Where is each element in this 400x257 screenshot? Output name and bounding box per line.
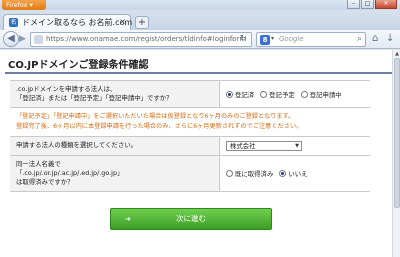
maximize-button[interactable]: □ [361,0,374,9]
home-icon[interactable]: ⌂ [372,33,378,44]
search-icon[interactable]: ⌕ [357,34,362,44]
existing-domain-row: 同一法人名義で 「.co.jp/.or.jp/.ac.jp/.ed.jp/.go… [10,156,370,192]
page-title: CO.JPドメインご登録条件確認 [8,60,149,71]
next-button[interactable]: ➜ 次に進む [110,208,272,230]
chevron-down-icon[interactable]: ▾ [271,35,274,42]
firefox-menu-button[interactable]: Firefox ▾ [2,0,46,10]
download-icon[interactable]: ↓ [386,33,394,44]
arrow-right-icon: ➜ [125,215,131,223]
scroll-thumb[interactable] [394,58,400,208]
site-identity-icon[interactable] [34,35,43,44]
scrollbar[interactable]: ▲ [392,50,400,257]
registration-form: .co.jpドメインを申請する法人は、 「登記済」または「登記予定」「登記申請中… [10,80,370,192]
existing-domain-options: 既に取得済み いいえ [220,156,370,191]
close-window-button[interactable]: ✕ [375,0,397,9]
radio-already-acquired[interactable]: 既に取得済み [226,169,273,178]
registration-status-options: 登記済 登記予定 登記申請中 [220,81,370,107]
radio-dot[interactable] [226,90,233,98]
radio-dot[interactable] [300,90,308,98]
site-favicon-icon: 名 [9,18,18,27]
radio-registered[interactable]: 登記済 [226,90,254,99]
back-button[interactable]: ◀ [3,31,19,47]
window-controls: – □ ✕ [347,0,397,9]
radio-planned[interactable]: 登記予定 [260,90,295,99]
tab-strip: 名 ドメイン取るなら お名前.com × + [0,10,400,30]
bookmark-star-icon[interactable]: ☆ [227,34,235,44]
search-bar[interactable]: 8 ▾ Google ⌕ [256,32,366,47]
radio-no[interactable]: いいえ [279,169,308,178]
tab-title: ドメイン取るなら お名前.com [22,18,133,27]
page-content: CO.JPドメインご登録条件確認 .co.jpドメインを申請する法人は、 「登記… [0,50,400,257]
corporation-type-field: 株式会社 ▼ [220,137,370,155]
reload-icon[interactable]: ↻ [239,34,247,44]
radio-dot[interactable] [226,170,233,177]
corporation-type-label: 申請する法人の種類を選択してください。 [10,137,220,155]
title-bar: Firefox ▾ – □ ✕ [0,0,400,10]
minimize-button[interactable]: – [347,0,360,9]
provisional-notice: 「登記予定」「登記申請中」をご選択いただいた場合は仮登録となり6ヶ月のみのご登録… [10,108,370,137]
scroll-up-icon[interactable]: ▲ [394,51,400,57]
tab-close-icon[interactable]: × [119,17,126,26]
url-bar[interactable]: https://www.onamae.com/regist/orders/tld… [30,32,252,47]
tab-onamae[interactable]: 名 ドメイン取るなら お名前.com × [3,14,133,30]
existing-domain-label: 同一法人名義で 「.co.jp/.or.jp/.ac.jp/.ed.jp/.go… [10,156,220,191]
new-tab-button[interactable]: + [135,16,149,29]
radio-dot[interactable] [279,170,287,177]
corporation-type-row: 申請する法人の種類を選択してください。 株式会社 ▼ [10,137,370,156]
corporation-type-select[interactable]: 株式会社 ▼ [226,141,302,151]
radio-applying[interactable]: 登記申請中 [300,90,342,99]
navigation-bar: ◀ ▶ https://www.onamae.com/regist/orders… [0,30,400,49]
browser-window: Firefox ▾ – □ ✕ 名 ドメイン取るなら お名前.com × + ◀… [0,0,400,257]
title-divider [5,72,395,74]
registration-status-label: .co.jpドメインを申請する法人は、 「登記済」または「登記予定」「登記申請中… [10,81,220,107]
chevron-down-icon: ▼ [295,143,299,149]
search-input[interactable]: Google [279,35,304,43]
search-engine-icon[interactable]: 8 [260,35,270,45]
url-text: https://www.onamae.com/regist/orders/tld… [46,35,247,43]
registration-status-row: .co.jpドメインを申請する法人は、 「登記済」または「登記予定」「登記申請中… [10,81,370,108]
forward-button[interactable]: ▶ [19,33,30,45]
radio-dot[interactable] [260,90,268,98]
